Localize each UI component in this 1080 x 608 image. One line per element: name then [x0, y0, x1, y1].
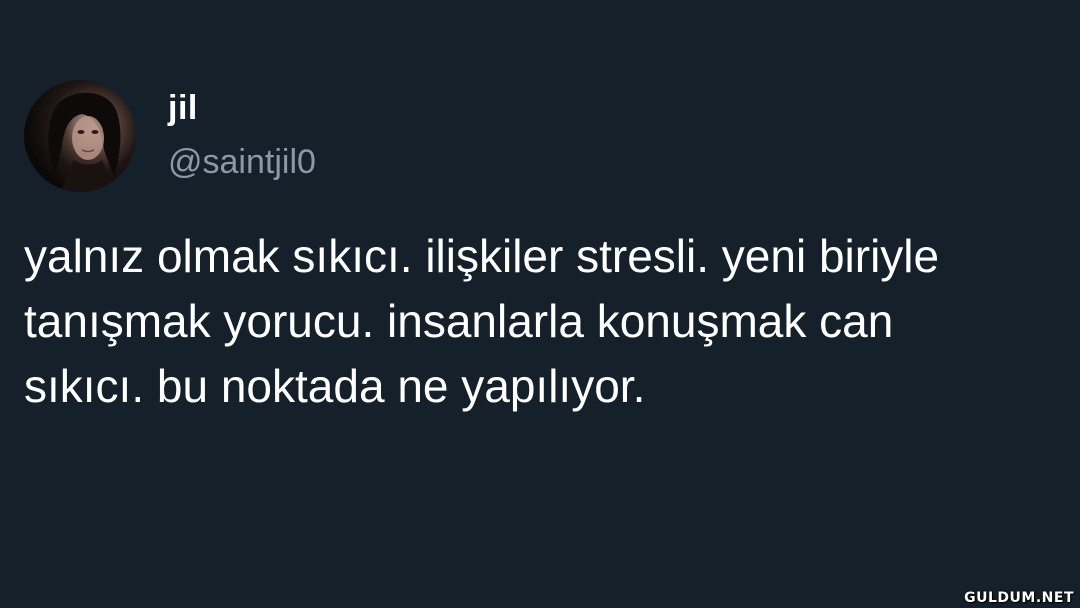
tweet-text: yalnız olmak sıkıcı. ilişkiler stresli. … — [24, 230, 940, 412]
tweet-card: jil @saintjil0 yalnız olmak sıkıcı. iliş… — [0, 0, 1080, 608]
display-name[interactable]: jil — [168, 88, 316, 128]
watermark: GULDUM.NET — [964, 590, 1074, 606]
avatar-photo — [48, 92, 121, 192]
tweet-author: jil @saintjil0 — [168, 88, 316, 182]
user-handle[interactable]: @saintjil0 — [168, 142, 316, 182]
avatar[interactable] — [24, 80, 136, 192]
